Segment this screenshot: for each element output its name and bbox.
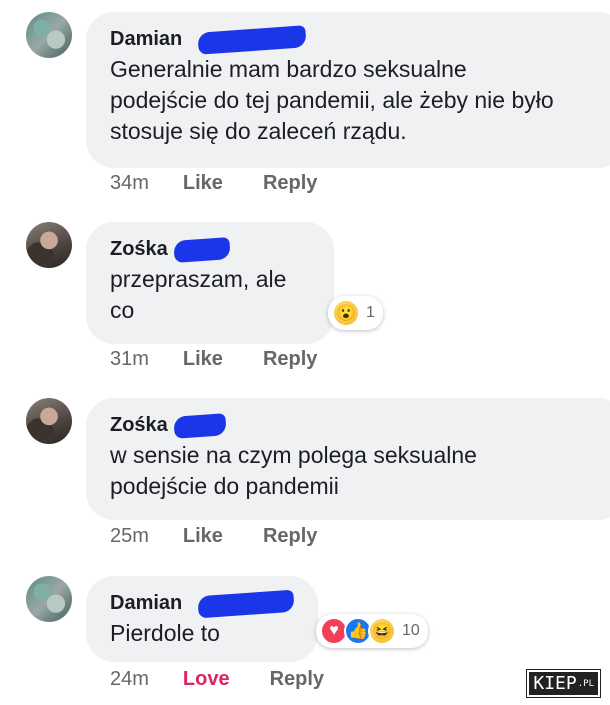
reaction-summary[interactable]: ♥ 👍 😆 10: [316, 614, 428, 648]
like-button[interactable]: Like: [183, 348, 223, 371]
timestamp: 31m: [110, 348, 149, 370]
avatar[interactable]: [26, 222, 72, 268]
comment-actions: 34m Like Reply: [110, 172, 317, 195]
author-name[interactable]: Damian: [110, 589, 295, 619]
comment-text: Generalnie mam bardzo seksualne podejści…: [110, 56, 554, 144]
reply-button[interactable]: Reply: [270, 668, 324, 691]
comment-text: przepraszam, ale co: [110, 266, 287, 323]
redaction-mark: [173, 413, 227, 439]
watermark-suffix: .PL: [577, 678, 594, 689]
site-watermark: KIEP .PL: [526, 669, 601, 698]
reply-button[interactable]: Reply: [263, 172, 317, 195]
reaction-count: 10: [402, 622, 420, 639]
like-button[interactable]: Like: [183, 525, 223, 548]
comment-actions: 24m Love Reply: [110, 668, 324, 691]
avatar[interactable]: [26, 398, 72, 444]
timestamp: 34m: [110, 172, 149, 194]
redaction-mark: [197, 589, 295, 619]
timestamp: 25m: [110, 525, 149, 547]
avatar[interactable]: [26, 576, 72, 622]
avatar[interactable]: [26, 12, 72, 58]
reply-button[interactable]: Reply: [263, 348, 317, 371]
comment-bubble: Damian Generalnie mam bardzo seksualne p…: [86, 12, 610, 168]
comment-actions: 31m Like Reply: [110, 348, 317, 371]
reaction-summary[interactable]: 😮 1: [328, 296, 383, 330]
comment-bubble: Damian Pierdole to: [86, 576, 318, 662]
love-button[interactable]: Love: [183, 668, 230, 691]
watermark-text: KIEP: [533, 673, 577, 694]
timestamp: 24m: [110, 668, 149, 690]
like-button[interactable]: Like: [183, 172, 223, 195]
comment-bubble: Zośka przepraszam, ale co: [86, 222, 334, 344]
haha-icon: 😆: [368, 617, 396, 645]
wow-icon: 😮: [332, 299, 360, 327]
redaction-mark: [173, 237, 231, 263]
author-name[interactable]: Zośka: [110, 412, 227, 439]
comment-bubble: Zośka w sensie na czym polega seksualne …: [86, 398, 610, 520]
redaction-mark: [197, 25, 307, 55]
author-name[interactable]: Zośka: [110, 236, 231, 263]
reply-button[interactable]: Reply: [263, 525, 317, 548]
comment-text: w sensie na czym polega seksualne podejś…: [110, 442, 477, 499]
comment-actions: 25m Like Reply: [110, 525, 317, 548]
comment-text: Pierdole to: [110, 620, 220, 646]
reaction-count: 1: [366, 304, 375, 321]
author-name[interactable]: Damian: [110, 25, 307, 55]
